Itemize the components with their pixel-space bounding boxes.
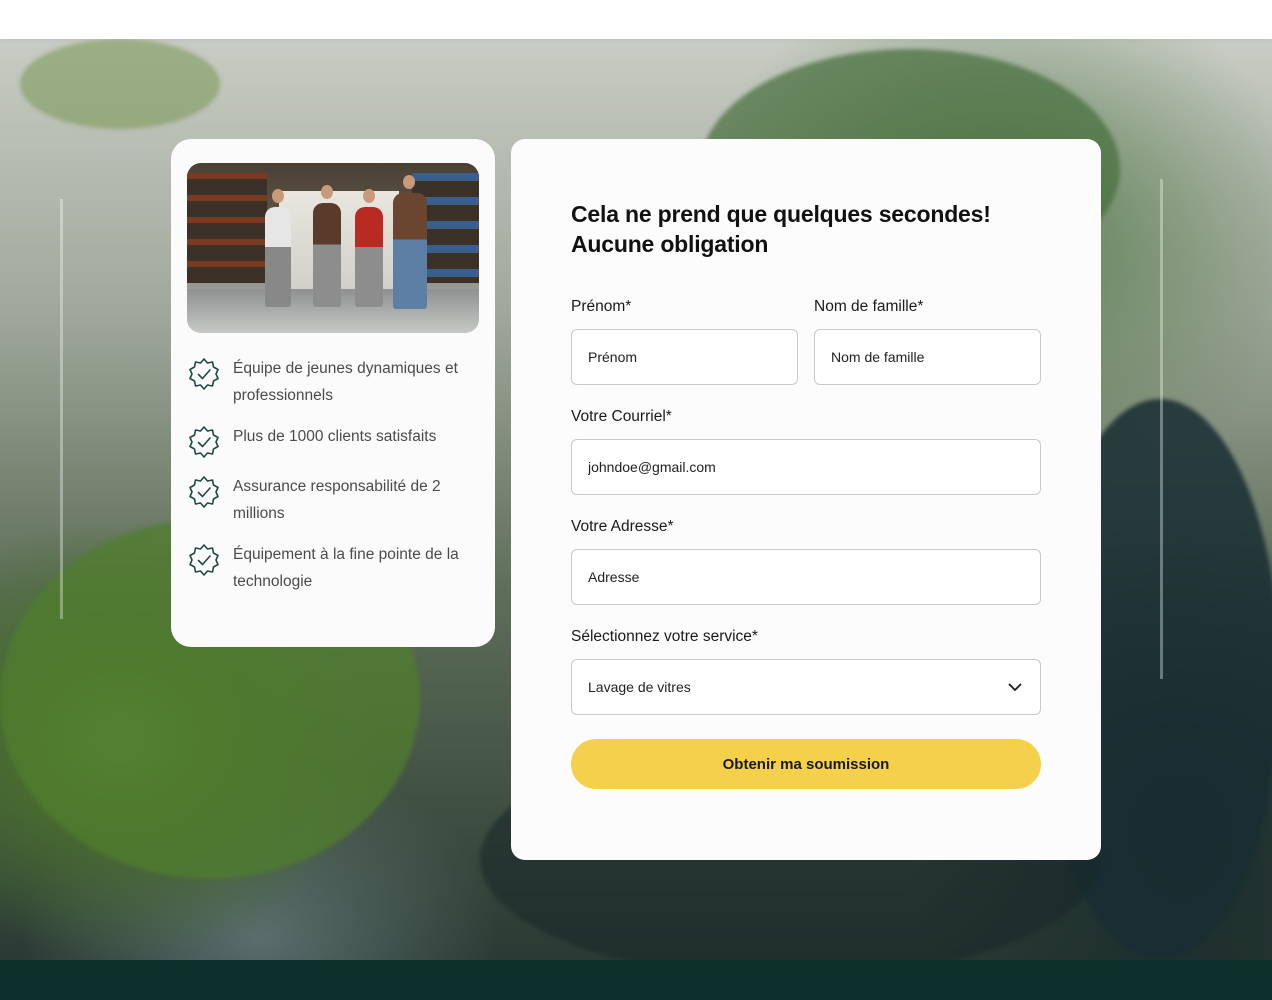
last-name-input[interactable] xyxy=(814,329,1041,385)
verified-badge-icon xyxy=(189,544,219,576)
feature-text: Plus de 1000 clients satisfaits xyxy=(233,428,437,445)
verified-badge-icon xyxy=(189,426,219,458)
email-label: Votre Courriel* xyxy=(571,408,672,425)
service-selected-value: Lavage de vitres xyxy=(588,679,691,695)
service-label: Sélectionnez votre service* xyxy=(571,628,758,645)
email-input[interactable] xyxy=(571,439,1041,495)
address-group: Votre Adresse* xyxy=(571,517,1041,605)
feature-text: Équipe de jeunes dynamiques et professio… xyxy=(233,360,458,404)
quote-form-card: Cela ne prend que quelques secondes! Auc… xyxy=(511,139,1101,860)
service-group: Sélectionnez votre service* Lavage de vi… xyxy=(571,627,1041,715)
name-row: Prénom* Nom de famille* xyxy=(571,297,1041,385)
submit-quote-button[interactable]: Obtenir ma soumission xyxy=(571,739,1041,789)
feature-item: Équipe de jeunes dynamiques et professio… xyxy=(187,355,479,409)
address-input[interactable] xyxy=(571,549,1041,605)
form-title-line2: Aucune obligation xyxy=(571,231,769,257)
feature-item: Équipement à la fine pointe de la techno… xyxy=(187,541,479,595)
last-name-label: Nom de famille* xyxy=(814,298,924,315)
email-group: Votre Courriel* xyxy=(571,407,1041,495)
features-card: Équipe de jeunes dynamiques et professio… xyxy=(171,139,495,647)
first-name-label: Prénom* xyxy=(571,298,632,315)
feature-text: Équipement à la fine pointe de la techno… xyxy=(233,546,459,590)
feature-item: Assurance responsabilité de 2 millions xyxy=(187,473,479,527)
chevron-down-icon xyxy=(1008,683,1022,691)
top-header-bar xyxy=(0,0,1272,39)
footer-band xyxy=(0,960,1272,1000)
verified-badge-icon xyxy=(189,358,219,390)
form-title-line1: Cela ne prend que quelques secondes! xyxy=(571,201,991,227)
feature-item: Plus de 1000 clients satisfaits xyxy=(187,423,479,459)
service-select[interactable]: Lavage de vitres xyxy=(571,659,1041,715)
address-label: Votre Adresse* xyxy=(571,518,674,535)
features-list: Équipe de jeunes dynamiques et professio… xyxy=(187,355,479,595)
first-name-input[interactable] xyxy=(571,329,798,385)
feature-text: Assurance responsabilité de 2 millions xyxy=(233,478,441,522)
team-photo xyxy=(187,163,479,333)
verified-badge-icon xyxy=(189,476,219,508)
form-title: Cela ne prend que quelques secondes! Auc… xyxy=(571,199,1041,259)
